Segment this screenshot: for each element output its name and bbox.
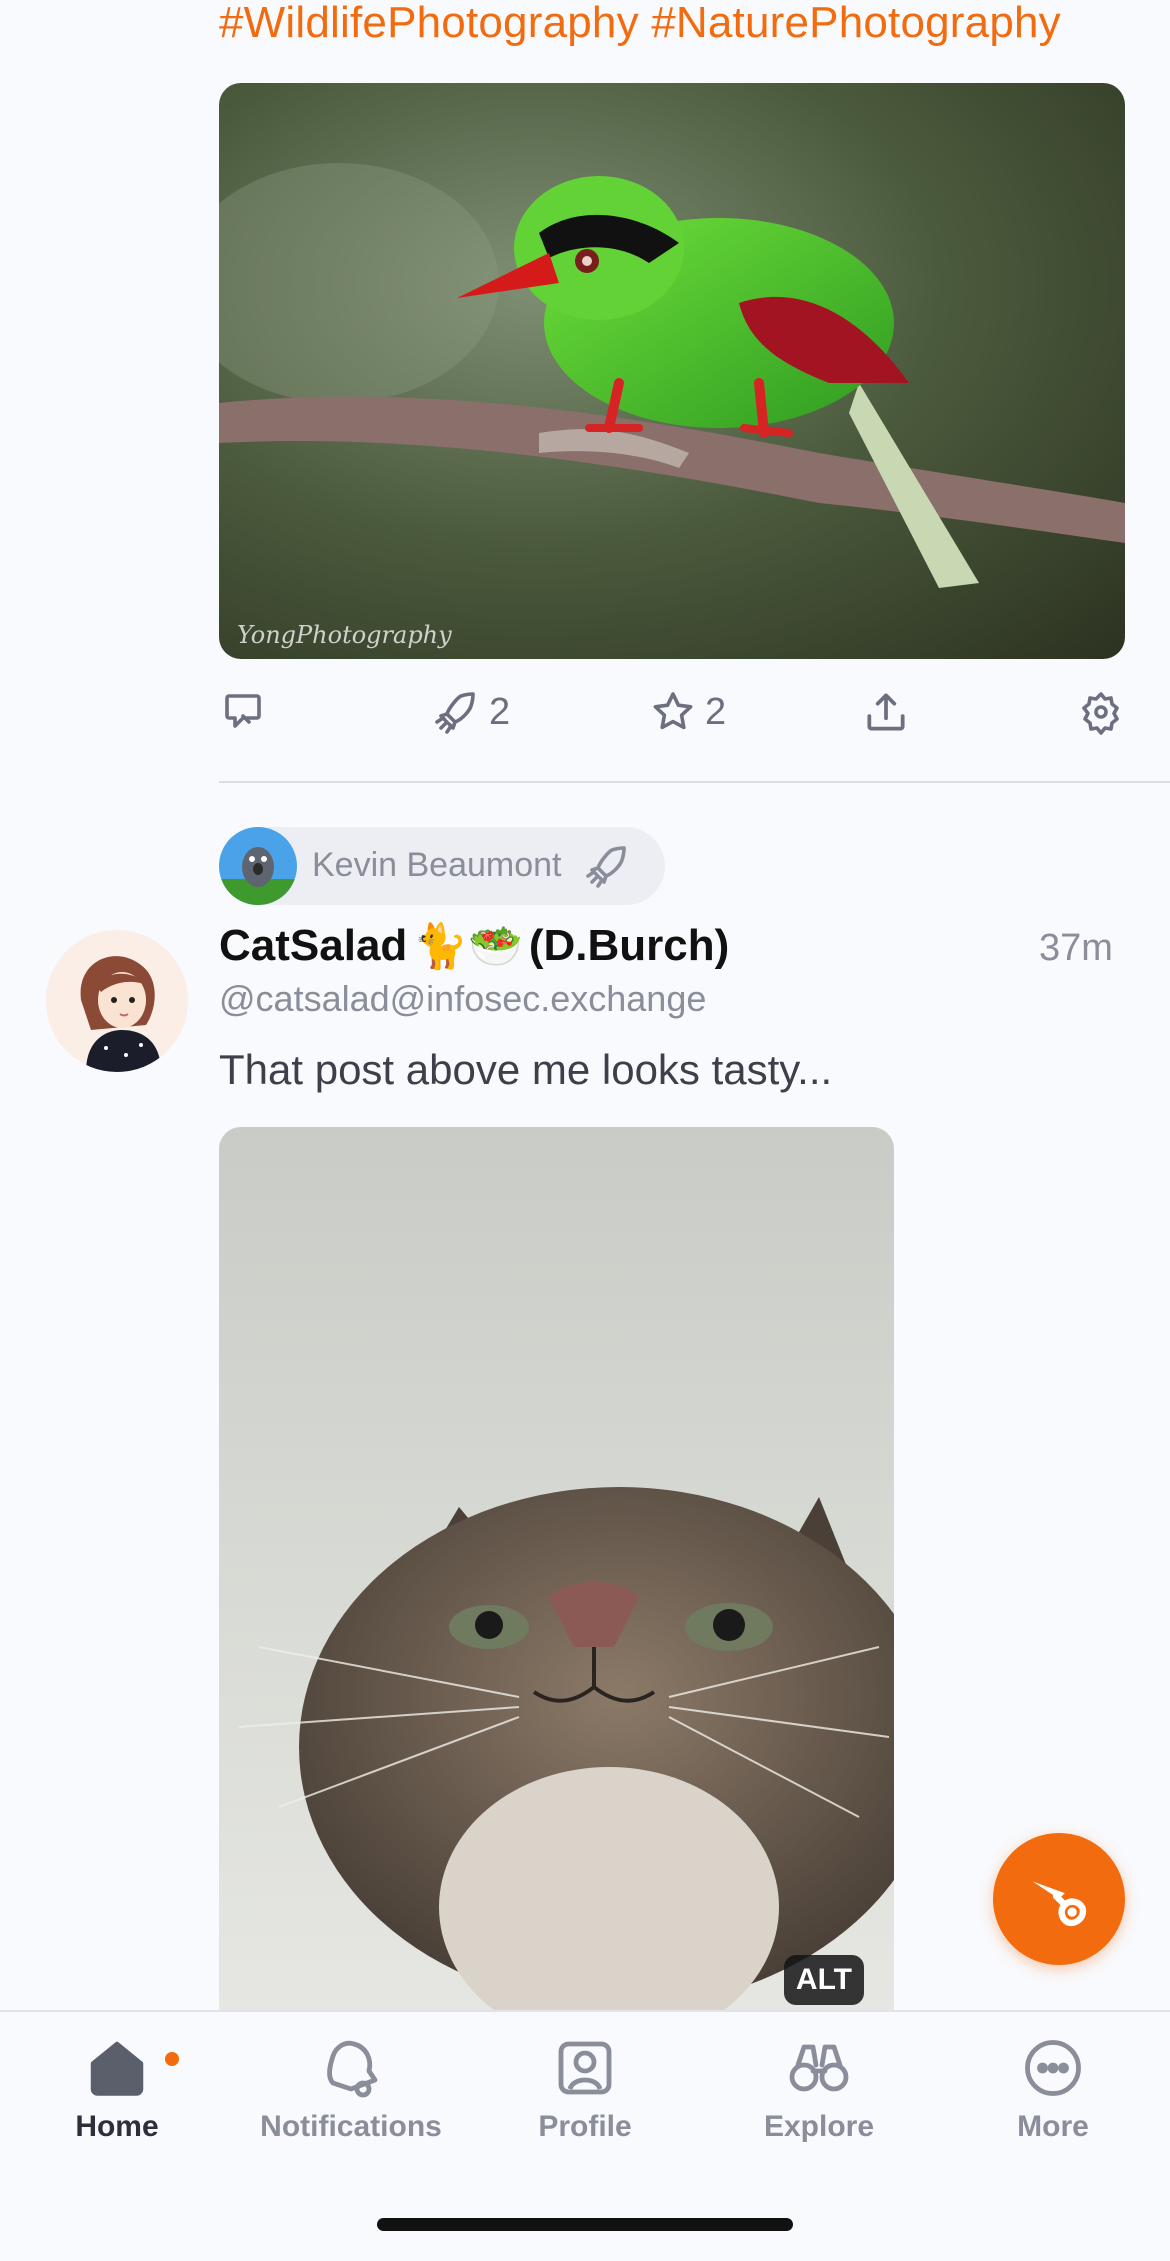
display-name-text: CatSalad [219, 921, 408, 970]
compose-button[interactable] [993, 1833, 1125, 1965]
alt-badge[interactable]: ALT [783, 1955, 864, 2005]
favourite-count: 2 [705, 690, 727, 733]
favourite-button[interactable]: 2 [649, 684, 726, 740]
post-hashtags[interactable]: #WildlifePhotography #NaturePhotography [219, 0, 1061, 48]
boost-button[interactable]: 2 [433, 684, 510, 740]
tab-notifications[interactable]: Notifications [234, 2032, 468, 2144]
notifications-bell-icon [327, 2040, 378, 2098]
boost-icon [586, 846, 626, 888]
compose-horn-icon [1032, 1881, 1087, 1927]
bird-photo[interactable]: YongPhotography [219, 83, 1125, 659]
more-actions-button[interactable] [1077, 684, 1125, 740]
author-handle[interactable]: @catsalad@infosec.exchange [219, 978, 706, 1020]
tab-explore[interactable]: Explore [702, 2032, 936, 2144]
tab-profile[interactable]: Profile [468, 2032, 702, 2144]
booster-name[interactable]: Kevin Beaumont [312, 846, 562, 885]
post-divider [219, 781, 1170, 783]
booster-avatar[interactable] [219, 827, 297, 905]
tab-more-label: More [1017, 2110, 1089, 2143]
post-timestamp[interactable]: 37m [1039, 927, 1113, 970]
home-unread-dot [165, 2052, 179, 2066]
more-actions-icon [1082, 692, 1119, 735]
tab-notifications-label: Notifications [260, 2110, 442, 2143]
boosted-indicator [584, 842, 632, 895]
photo-watermark: YongPhotography [237, 621, 452, 649]
reply-icon [225, 694, 261, 728]
tab-home-label: Home [75, 2110, 159, 2143]
home-indicator[interactable] [377, 2218, 793, 2231]
tab-profile-label: Profile [538, 2110, 632, 2143]
home-icon [90, 2041, 144, 2096]
reply-button[interactable] [219, 684, 267, 740]
more-icon [1025, 2040, 1081, 2096]
profile-icon [558, 2041, 612, 2095]
tab-home[interactable]: Home [0, 2032, 234, 2144]
favourite-icon [653, 692, 693, 730]
boost-count: 2 [489, 690, 511, 733]
share-button[interactable] [861, 684, 911, 740]
display-name-suffix: (D.Burch) [528, 921, 730, 970]
display-name-emoji: 🐈🥗 [413, 921, 523, 972]
tab-more[interactable]: More [936, 2032, 1170, 2144]
explore-binoculars-icon [789, 2044, 849, 2092]
author-avatar[interactable] [46, 930, 188, 1072]
author-display-name[interactable]: CatSalad 🐈🥗 (D.Burch) [219, 920, 729, 972]
share-icon [867, 693, 905, 731]
post-actions: 2 2 [219, 684, 1125, 740]
boost-icon [435, 692, 475, 734]
post-text: That post above me looks tasty... [219, 1046, 833, 1093]
cat-photo[interactable]: ALT [219, 1127, 894, 2017]
tab-explore-label: Explore [763, 2110, 875, 2143]
